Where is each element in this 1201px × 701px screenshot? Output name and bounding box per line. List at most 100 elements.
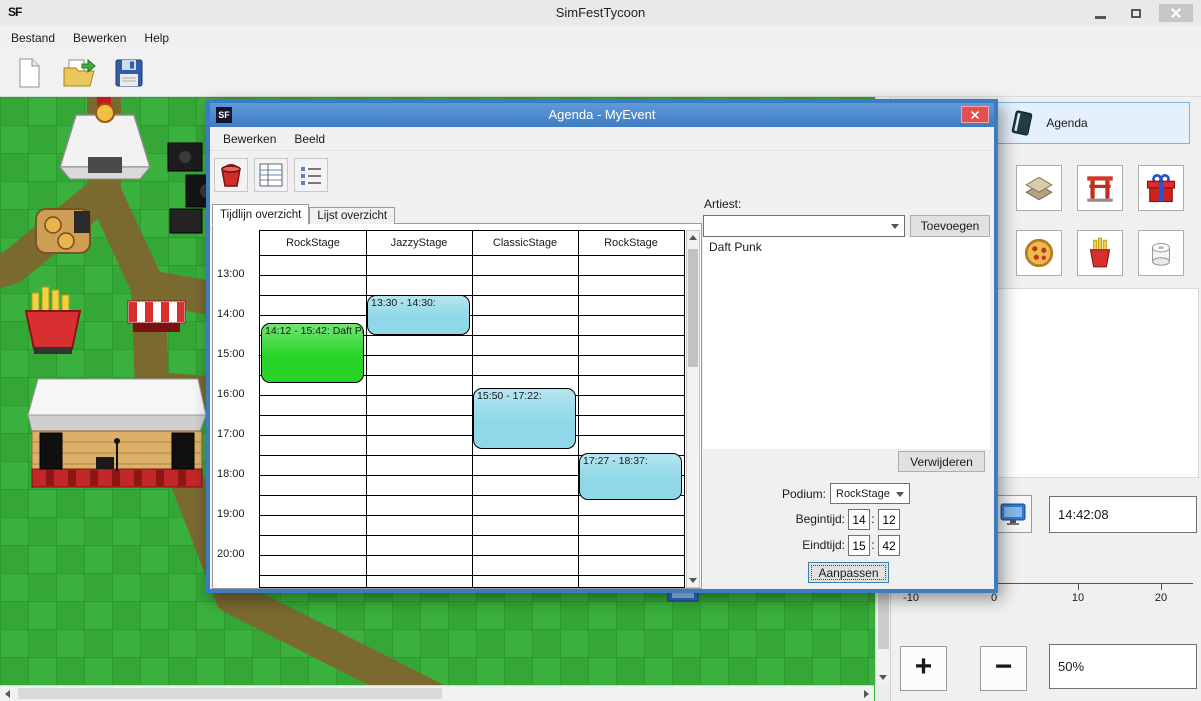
minimize-button[interactable] bbox=[1087, 4, 1113, 22]
schedule-scrollbar[interactable] bbox=[686, 230, 700, 588]
add-artist-button[interactable]: Toevoegen bbox=[910, 215, 990, 237]
end-hour-input[interactable] bbox=[848, 535, 870, 556]
time-label: 16:00 bbox=[217, 387, 257, 401]
shop-item-gift[interactable] bbox=[1138, 165, 1184, 211]
dialog-titlebar[interactable]: SF Agenda - MyEvent bbox=[210, 103, 994, 127]
column-separator bbox=[366, 231, 367, 587]
main-stage[interactable] bbox=[28, 379, 206, 487]
titlebar[interactable]: SF SimFestTycoon bbox=[0, 0, 1201, 26]
scale-tick bbox=[1078, 583, 1079, 590]
food-table[interactable] bbox=[36, 209, 90, 253]
begin-hour-input[interactable] bbox=[848, 509, 870, 530]
end-minute-input[interactable] bbox=[878, 535, 900, 556]
podium-dropdown[interactable]: RockStage bbox=[830, 483, 910, 504]
time-label: 18:00 bbox=[217, 467, 257, 481]
schedule-grid: RockStageJazzyStageClassicStageRockStage… bbox=[259, 230, 685, 588]
open-file-button[interactable] bbox=[60, 54, 98, 92]
shop-item-pizza[interactable] bbox=[1016, 230, 1062, 276]
apply-button[interactable]: Aanpassen bbox=[808, 562, 889, 583]
podium-dropdown-value: RockStage bbox=[836, 488, 890, 500]
app-menubar: BestandBewerkenHelp bbox=[0, 26, 1201, 50]
close-button[interactable] bbox=[1159, 4, 1193, 22]
close-icon bbox=[971, 111, 979, 119]
menu-help[interactable]: Help bbox=[135, 28, 178, 48]
timeline-view-button[interactable] bbox=[254, 158, 288, 192]
dialog-title: Agenda - MyEvent bbox=[210, 103, 994, 127]
trash-bucket-icon bbox=[218, 162, 244, 188]
schedule-event-3[interactable]: 17:27 - 18:37: bbox=[579, 453, 682, 500]
tab-lijst-overzicht[interactable]: Lijst overzicht bbox=[309, 207, 395, 224]
maximize-button[interactable] bbox=[1123, 4, 1149, 22]
timeline-panel: RockStageJazzyStageClassicStageRockStage… bbox=[212, 223, 702, 589]
clock-display: 14:42:08 bbox=[1049, 496, 1197, 533]
scale-tick-label: 10 bbox=[1072, 592, 1084, 604]
shop-item-gate[interactable] bbox=[1077, 165, 1123, 211]
shop-item-floor-tile[interactable] bbox=[1016, 165, 1062, 211]
app-window: SF SimFestTycoon BestandBewerkenHelp bbox=[0, 0, 1201, 701]
tab-tijdlijn-overzicht[interactable]: Tijdlijn overzicht bbox=[212, 204, 309, 225]
scale-tick bbox=[1161, 583, 1162, 590]
dialog-menu-beeld[interactable]: Beeld bbox=[285, 129, 334, 149]
schedule-event-0[interactable]: 14:12 - 15:42: Daft Punk bbox=[261, 323, 364, 383]
schedule-event-1[interactable]: 13:30 - 14:30: bbox=[367, 295, 470, 335]
horizontal-scrollbar-thumb[interactable] bbox=[18, 688, 442, 699]
artist-label: Artiest: bbox=[704, 197, 741, 211]
list-view-button[interactable] bbox=[294, 158, 328, 192]
time-label: 13:00 bbox=[217, 267, 257, 281]
artist-listbox[interactable]: Daft Punk bbox=[703, 237, 990, 449]
zoom-in-button[interactable]: + bbox=[900, 646, 947, 691]
striped-stand[interactable] bbox=[128, 301, 185, 332]
window-controls bbox=[1087, 3, 1193, 23]
schedule-event-2[interactable]: 15:50 - 17:22: bbox=[473, 388, 576, 449]
time-label: 14:00 bbox=[217, 307, 257, 321]
save-button[interactable] bbox=[110, 54, 148, 92]
shop-item-toilet-paper[interactable] bbox=[1138, 230, 1184, 276]
scrollbar-thumb[interactable] bbox=[688, 249, 698, 367]
begin-minute-input[interactable] bbox=[878, 509, 900, 530]
scroll-up-icon bbox=[689, 235, 697, 240]
column-header-1: JazzyStage bbox=[366, 231, 472, 255]
map-horizontal-scrollbar[interactable] bbox=[0, 685, 874, 701]
artist-dropdown[interactable] bbox=[703, 215, 905, 237]
display-icon bbox=[998, 499, 1028, 529]
display-button[interactable] bbox=[994, 495, 1032, 533]
begin-time-label: Begintijd: bbox=[715, 512, 845, 526]
close-icon bbox=[1171, 8, 1181, 18]
time-label: 20:00 bbox=[217, 547, 257, 561]
delete-event-button[interactable] bbox=[214, 158, 248, 192]
remove-artist-button[interactable]: Verwijderen bbox=[898, 451, 985, 472]
agenda-dialog: SF Agenda - MyEvent BewerkenBeeld Tijdli… bbox=[206, 99, 998, 593]
pizza-icon bbox=[1022, 236, 1056, 270]
time-label: 15:00 bbox=[217, 347, 257, 361]
time-separator: : bbox=[869, 512, 877, 526]
list-view-icon bbox=[298, 162, 324, 188]
dropdown-arrow-icon bbox=[891, 224, 899, 229]
shop-item-fries[interactable] bbox=[1077, 230, 1123, 276]
column-header-3: RockStage bbox=[578, 231, 684, 255]
floor-tile-icon bbox=[1022, 171, 1056, 205]
zoom-out-button[interactable]: − bbox=[980, 646, 1027, 691]
menu-bestand[interactable]: Bestand bbox=[2, 28, 64, 48]
column-header-2: ClassicStage bbox=[472, 231, 578, 255]
dropdown-arrow-icon bbox=[896, 492, 904, 497]
scrollbar-corner bbox=[875, 685, 890, 701]
menu-bewerken[interactable]: Bewerken bbox=[64, 28, 135, 48]
artist-list-item[interactable]: Daft Punk bbox=[703, 237, 990, 257]
dialog-tabs: Tijdlijn overzichtLijst overzicht bbox=[212, 204, 395, 224]
dialog-toolbar bbox=[210, 151, 328, 199]
zoom-level-display: 50% bbox=[1049, 644, 1197, 689]
timeline-view-icon bbox=[258, 162, 284, 188]
scale-tick-label: 20 bbox=[1155, 592, 1167, 604]
gift-icon bbox=[1143, 170, 1179, 206]
column-separator bbox=[578, 231, 579, 587]
column-header-0: RockStage bbox=[260, 231, 366, 255]
dialog-close-button[interactable] bbox=[961, 106, 989, 123]
new-file-button[interactable] bbox=[10, 54, 48, 92]
time-separator: : bbox=[869, 538, 877, 552]
dialog-menu-bewerken[interactable]: Bewerken bbox=[214, 129, 285, 149]
toilet-paper-icon bbox=[1144, 236, 1178, 270]
gate-icon bbox=[1083, 171, 1117, 205]
fries-icon bbox=[1083, 236, 1117, 270]
end-time-label: Eindtijd: bbox=[715, 538, 845, 552]
scroll-down-icon bbox=[879, 675, 887, 680]
